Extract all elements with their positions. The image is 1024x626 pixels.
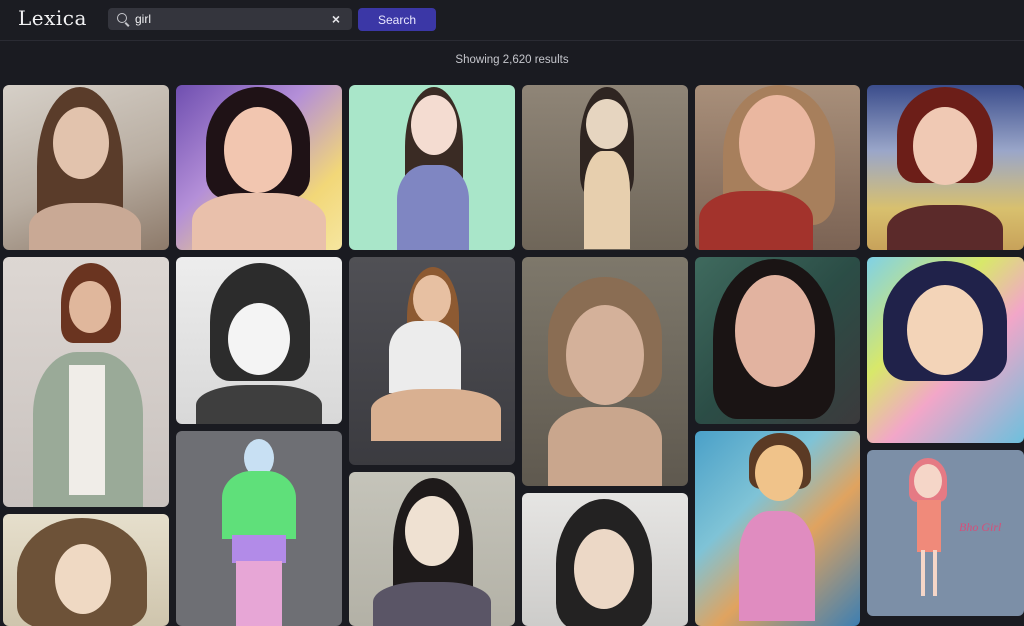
image-tile[interactable] — [3, 257, 169, 507]
image-tile[interactable] — [349, 257, 515, 465]
image-caption: Bho Girl — [959, 520, 1002, 534]
image-tile[interactable] — [3, 514, 169, 626]
results-count: Showing 2,620 results — [455, 54, 569, 66]
top-bar: Lexica × Search — [0, 0, 1024, 41]
image-tile[interactable] — [695, 85, 860, 250]
image-tile[interactable]: Bho Girl — [867, 450, 1024, 616]
image-tile[interactable] — [522, 257, 688, 486]
search-icon — [117, 13, 127, 23]
image-tile[interactable] — [867, 257, 1024, 443]
image-tile[interactable] — [522, 493, 688, 626]
image-tile[interactable] — [867, 85, 1024, 250]
image-tile[interactable] — [695, 257, 860, 424]
search-button[interactable]: Search — [358, 8, 436, 31]
image-tile[interactable] — [349, 472, 515, 626]
image-tile[interactable] — [3, 85, 169, 250]
search-box[interactable]: × — [108, 8, 352, 30]
image-tile[interactable] — [349, 85, 515, 250]
image-tile[interactable] — [695, 431, 860, 626]
search-input[interactable] — [135, 10, 325, 28]
image-tile[interactable] — [176, 257, 342, 424]
lexica-logo[interactable]: Lexica — [18, 6, 87, 30]
image-tile[interactable] — [176, 431, 342, 626]
clear-search-icon[interactable]: × — [332, 10, 340, 28]
image-tile[interactable] — [522, 85, 688, 250]
image-tile[interactable] — [176, 85, 342, 250]
